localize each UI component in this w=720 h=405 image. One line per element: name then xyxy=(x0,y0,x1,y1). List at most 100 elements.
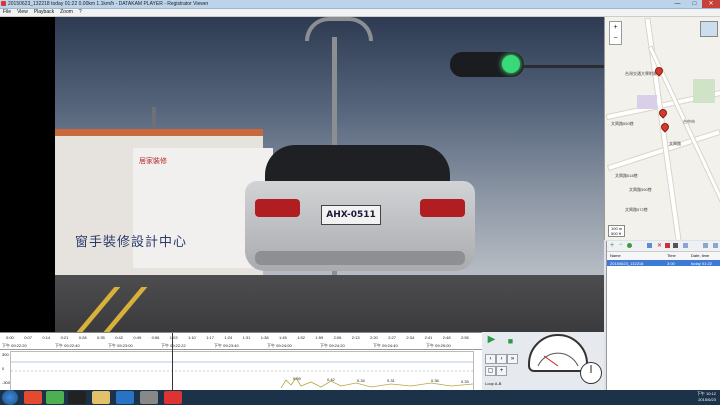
time-tick-label: 0:14 xyxy=(42,335,51,340)
clock-label: 下午 09:25:00 xyxy=(426,343,451,348)
time-tick-label: 2:06 xyxy=(333,335,342,340)
zoom-button[interactable]: + xyxy=(496,366,507,376)
speed-button[interactable]: » xyxy=(507,354,518,364)
remove-file-icon[interactable]: − xyxy=(619,242,623,248)
export-icon[interactable] xyxy=(683,243,688,248)
graph-value: 0.42 xyxy=(327,377,335,382)
column-name[interactable]: Name xyxy=(610,253,621,258)
app-icon xyxy=(1,1,6,6)
clock-label: 下午 09:22:40 xyxy=(55,343,80,348)
time-tick-label: 2:20 xyxy=(370,335,378,340)
time-tick-label: 0:42 xyxy=(115,335,123,340)
graph-axis-label: -300 xyxy=(2,380,11,385)
column-time[interactable]: Time xyxy=(667,253,676,258)
time-tick-label: 0:07 xyxy=(24,335,32,340)
file-list-toolbar: + − ✕ xyxy=(607,241,720,252)
time-ruler[interactable]: 0:00 0:07 0:14 0:21 0:28 0:35 0:42 0:49 0:56 1:03… xyxy=(0,333,482,350)
time-tick-label: 1:38 xyxy=(260,335,269,340)
menu-view[interactable]: View xyxy=(14,9,31,16)
clock-label: 下午 09:22:22 xyxy=(161,343,186,348)
folder-icon[interactable] xyxy=(647,243,652,248)
close-button[interactable]: ✕ xyxy=(702,0,720,8)
column-date[interactable]: Date, time xyxy=(691,253,709,258)
map-label: 文興路 xyxy=(669,141,681,146)
start-button[interactable] xyxy=(2,390,18,405)
loop-checkbox-label[interactable]: Loop A-B xyxy=(485,381,501,386)
maximize-button[interactable]: □ xyxy=(688,0,701,8)
line-taskbar-icon[interactable] xyxy=(46,391,64,404)
minimize-button[interactable]: — xyxy=(671,0,684,8)
menu-playback[interactable]: Playback xyxy=(31,9,57,16)
add-file-icon[interactable]: + xyxy=(610,242,614,249)
app-taskbar-icon[interactable] xyxy=(68,391,86,404)
graph-value: 0.31 xyxy=(387,378,395,383)
car-window xyxy=(265,145,450,185)
time-tick-label: 2:41 xyxy=(424,335,433,340)
graph-value: 0.33 xyxy=(461,379,469,384)
speedometer-needle xyxy=(537,352,579,367)
time-tick-label: 1:17 xyxy=(206,335,214,340)
window-title: 20150623_132218 today 01:22 0.00km 1.1km… xyxy=(8,1,209,7)
time-tick-label: 0:28 xyxy=(78,335,87,340)
file-list-row[interactable]: 20150623_132218 3:00 today 01:22 xyxy=(607,260,720,266)
graph-value: 0.36 xyxy=(431,378,439,383)
shop-sign-top-text: 居家裝修 xyxy=(139,157,167,165)
gsensor-graph[interactable]: 300 0 -300 0.59 0.42 0.34 0.31 0.36 0.33 xyxy=(2,351,474,391)
file-list-panel: + − ✕ Name Time Date, time 20150623_1322… xyxy=(606,241,720,390)
zoom-in-button[interactable]: + xyxy=(610,22,621,33)
clock-label: 下午 09:24:20 xyxy=(320,343,345,348)
playback-controls: ▶ ■ ‹ › » ▢ + Loop A-B xyxy=(482,332,604,390)
info-icon[interactable] xyxy=(713,243,718,248)
datakam-taskbar-icon[interactable] xyxy=(164,391,182,404)
map-scale-imperial: 500 ft xyxy=(611,231,622,236)
map-label: 文興路590巷 xyxy=(629,187,652,192)
map-panel[interactable]: + − 台灣交通大學附屬 文興路650巷 文興路618巷 文興路590巷 文興路… xyxy=(604,17,720,240)
zoom-out-button[interactable]: − xyxy=(610,33,621,44)
film-icon[interactable] xyxy=(673,243,678,248)
tail-light-right xyxy=(420,199,465,217)
graph-axis-label: 0 xyxy=(2,366,5,371)
compass-icon xyxy=(580,362,602,384)
speedometer-gauge xyxy=(528,334,588,372)
menu-zoom[interactable]: Zoom xyxy=(57,9,76,16)
stop-button[interactable]: ■ xyxy=(506,337,515,346)
time-tick-label: 0:35 xyxy=(97,335,105,340)
snapshot-button[interactable]: ▢ xyxy=(485,366,496,376)
time-tick-label: 1:52 xyxy=(297,335,305,340)
time-tick-label: 2:55 xyxy=(461,335,469,340)
explorer-taskbar-icon[interactable] xyxy=(92,391,110,404)
refresh-icon[interactable] xyxy=(627,243,632,248)
clock-date: 2015/6/23 xyxy=(698,397,716,402)
map-type-button[interactable] xyxy=(700,21,718,37)
settings-icon[interactable] xyxy=(703,243,708,248)
video-frame[interactable]: 居家裝修 窗手裝修設計中心 AHX-0511 xyxy=(0,17,604,332)
tail-light-left xyxy=(255,199,300,217)
graph-value: 0.34 xyxy=(357,378,365,383)
ie-taskbar-icon[interactable] xyxy=(116,391,134,404)
next-frame-button[interactable]: › xyxy=(496,354,507,364)
graph-axis-label: 300 xyxy=(2,352,9,357)
timeline-panel[interactable]: 0:00 0:07 0:14 0:21 0:28 0:35 0:42 0:49 0:56 1:03… xyxy=(0,332,482,391)
menu-file[interactable]: File xyxy=(0,9,14,16)
menu-bar: File View Playback Zoom? xyxy=(0,9,720,17)
file-date: today 01:22 xyxy=(691,261,712,266)
prev-frame-button[interactable]: ‹ xyxy=(485,354,496,364)
playhead-cursor[interactable] xyxy=(172,333,173,391)
delete-icon[interactable]: ✕ xyxy=(657,242,662,249)
car-body: AHX-0511 xyxy=(245,181,475,271)
time-tick-label: 2:27 xyxy=(388,335,396,340)
chrome-taskbar-icon[interactable] xyxy=(24,391,42,404)
play-button[interactable]: ▶ xyxy=(487,335,496,345)
system-clock[interactable]: 下午 10:12 2015/6/23 xyxy=(697,391,716,403)
time-tick-label: 0:49 xyxy=(133,335,142,340)
roadside-building: 居家裝修 窗手裝修設計中心 xyxy=(55,129,273,276)
record-icon[interactable] xyxy=(665,243,670,248)
street-lamp-arm xyxy=(305,17,373,41)
map-zoom-control[interactable]: + − xyxy=(609,21,622,45)
time-tick-label: 2:13 xyxy=(351,335,360,340)
time-tick-label: 2:34 xyxy=(406,335,415,340)
green-light xyxy=(502,55,520,73)
graph-lines xyxy=(11,361,473,389)
app-taskbar-icon[interactable] xyxy=(140,391,158,404)
menu-help[interactable]: ? xyxy=(76,9,85,16)
